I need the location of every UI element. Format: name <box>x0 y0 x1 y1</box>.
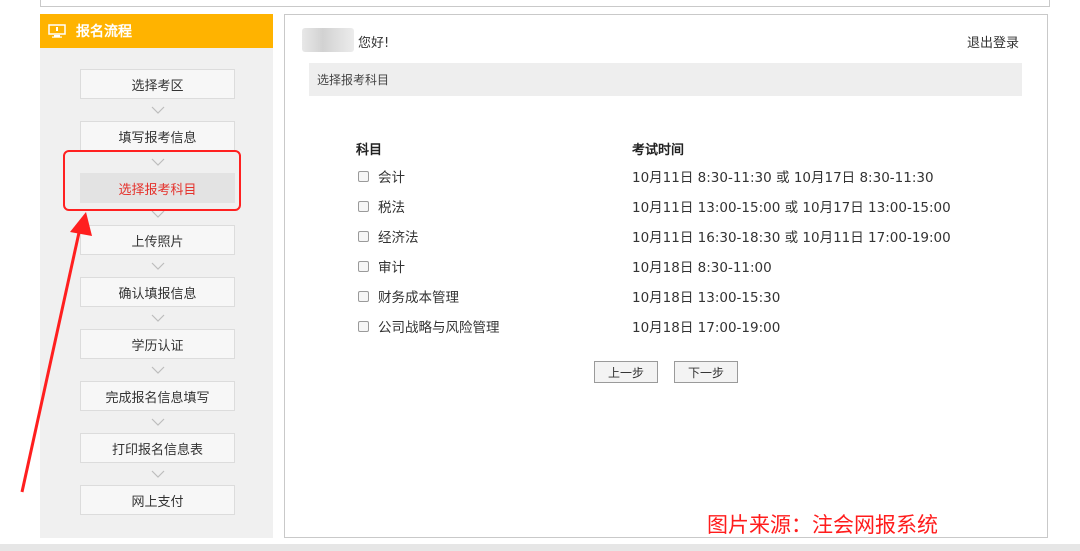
chevron-down-icon <box>151 262 165 270</box>
step-label: 选择考区 <box>131 78 184 94</box>
logout-link[interactable]: 退出登录 <box>967 32 1019 51</box>
exam-time: 10月18日 8:30-11:00 <box>632 260 772 276</box>
step-upload-photo[interactable]: 上传照片 <box>80 225 235 255</box>
subject-checkbox[interactable] <box>358 200 369 212</box>
subject-checkbox[interactable] <box>358 290 369 302</box>
sidebar-title: 报名流程 <box>76 24 132 40</box>
exam-time: 10月11日 8:30-11:30 或 10月17日 8:30-11:30 <box>632 170 934 186</box>
step-label: 填写报考信息 <box>118 130 197 146</box>
step-label: 上传照片 <box>131 234 184 250</box>
footer-strip <box>0 544 1080 551</box>
step-label: 学历认证 <box>131 338 184 354</box>
subject-row: 审计 <box>358 256 405 276</box>
section-title: 选择报考科目 <box>317 73 390 87</box>
step-label: 确认填报信息 <box>118 286 197 302</box>
step-select-exam-area[interactable]: 选择考区 <box>80 69 235 99</box>
exam-time: 10月11日 16:30-18:30 或 10月11日 17:00-19:00 <box>632 230 951 246</box>
next-step-button[interactable]: 下一步 <box>674 361 738 383</box>
step-online-payment[interactable]: 网上支付 <box>80 485 235 515</box>
step-education-verify[interactable]: 学历认证 <box>80 329 235 359</box>
subject-name: 审计 <box>378 260 405 276</box>
monitor-icon <box>48 24 66 38</box>
exam-time: 10月18日 17:00-19:00 <box>632 320 781 336</box>
step-label: 打印报名信息表 <box>111 442 203 458</box>
subject-name: 公司战略与风险管理 <box>378 320 500 336</box>
chevron-down-icon <box>151 106 165 114</box>
time-column-header: 考试时间 <box>632 143 685 158</box>
step-complete-registration[interactable]: 完成报名信息填写 <box>80 381 235 411</box>
blurred-username <box>302 28 354 52</box>
subject-checkbox[interactable] <box>358 170 369 182</box>
step-label: 完成报名信息填写 <box>105 390 210 406</box>
chevron-down-icon <box>151 470 165 478</box>
exam-time: 10月18日 13:00-15:30 <box>632 290 781 306</box>
step-label: 网上支付 <box>131 494 184 510</box>
subject-checkbox[interactable] <box>358 260 369 272</box>
chevron-down-icon <box>151 418 165 426</box>
section-title-bar: 选择报考科目 <box>309 63 1022 96</box>
step-fill-info[interactable]: 填写报考信息 <box>80 121 235 151</box>
subject-row: 财务成本管理 <box>358 286 459 306</box>
subject-row: 经济法 <box>358 226 419 246</box>
subject-name: 经济法 <box>378 230 419 246</box>
prev-step-button[interactable]: 上一步 <box>594 361 658 383</box>
subject-checkbox[interactable] <box>358 320 369 332</box>
exam-time: 10月11日 13:00-15:00 或 10月17日 13:00-15:00 <box>632 200 951 216</box>
step-confirm-info[interactable]: 确认填报信息 <box>80 277 235 307</box>
subject-row: 公司战略与风险管理 <box>358 316 500 336</box>
process-sidebar: 报名流程 选择考区 填写报考信息 选择报考科目 上传照片 确认填报信息 学历认证… <box>40 14 273 538</box>
step-print-form[interactable]: 打印报名信息表 <box>80 433 235 463</box>
subject-row: 税法 <box>358 196 405 216</box>
subject-column-header: 科目 <box>356 143 383 158</box>
subject-row: 会计 <box>358 166 405 186</box>
chevron-down-icon <box>151 366 165 374</box>
subject-name: 税法 <box>378 200 405 216</box>
subject-name: 会计 <box>378 170 405 186</box>
greeting-text: 您好! <box>358 36 390 51</box>
annotation-highlight-box <box>63 150 241 211</box>
top-border <box>40 0 1050 7</box>
subject-checkbox[interactable] <box>358 230 369 242</box>
sidebar-header: 报名流程 <box>40 14 273 48</box>
image-source-caption: 图片来源：注会网报系统 <box>707 513 938 537</box>
chevron-down-icon <box>151 314 165 322</box>
subject-name: 财务成本管理 <box>378 290 459 306</box>
